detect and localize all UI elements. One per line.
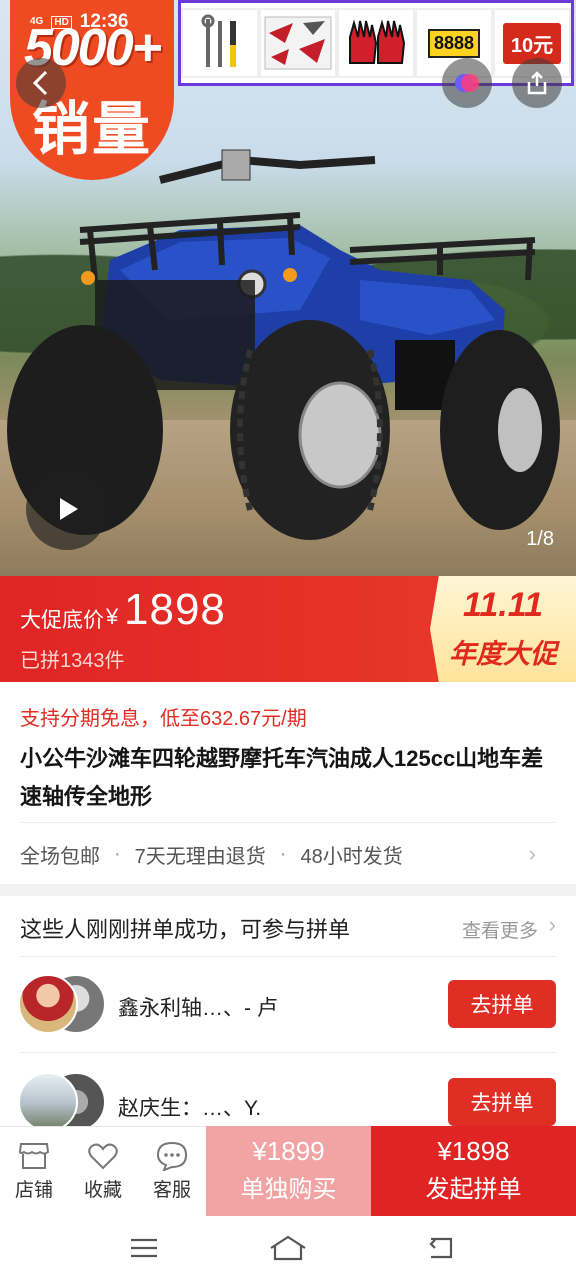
racing-gloves-icon xyxy=(337,8,415,78)
event-date: 11.11 xyxy=(462,586,544,624)
chevron-right-icon: › xyxy=(548,912,556,937)
event-name: 年度大促 xyxy=(449,639,557,669)
license-plate-text: 8888 xyxy=(427,28,481,58)
play-video-button[interactable] xyxy=(26,468,108,550)
sale-price: 1898 xyxy=(124,585,226,634)
back-arrow-icon xyxy=(429,1237,453,1259)
chat-bubble-icon xyxy=(156,1141,188,1171)
home-nav-button[interactable] xyxy=(268,1232,308,1264)
heart-icon xyxy=(88,1143,118,1170)
customer-service-label: 客服 xyxy=(152,1180,191,1201)
separator-dot: · xyxy=(279,842,287,865)
join-group-button[interactable]: 去拼单 xyxy=(448,980,556,1028)
hd-indicator: HD xyxy=(51,15,72,29)
group-member-names: 赵庆生：…、Y. xyxy=(118,1097,262,1120)
see-more-link[interactable]: 查看更多 xyxy=(462,916,538,943)
group-member-names: 鑫永利轴…、- 卢 xyxy=(118,997,278,1020)
promo-label: 大促底价 xyxy=(20,609,104,632)
store-label: 店铺 xyxy=(14,1180,53,1201)
lens-icon xyxy=(455,74,479,92)
avatar xyxy=(18,974,78,1034)
service-item: 48小时发货 xyxy=(300,845,403,868)
chevron-right-icon: › xyxy=(528,841,536,866)
home-icon xyxy=(270,1235,306,1261)
customer-service-tab[interactable]: 客服 xyxy=(138,1127,206,1217)
service-item: 7天无理由退货 xyxy=(134,845,266,868)
group-buy-header: 这些人刚刚拼单成功，可参与拼单 查看更多 › xyxy=(20,910,556,944)
network-indicator: 4G xyxy=(30,16,44,27)
solo-price: ¥1899 xyxy=(252,1136,325,1166)
menu-nav-button[interactable] xyxy=(124,1232,164,1264)
system-nav-bar xyxy=(0,1216,576,1280)
favorite-tab[interactable]: 收藏 xyxy=(69,1127,137,1217)
currency-symbol: ¥ xyxy=(106,604,119,629)
event-banner: 11.11 年度大促 xyxy=(430,576,576,682)
clock: 12:36 xyxy=(79,11,129,32)
play-icon xyxy=(60,498,78,520)
solo-label: 单独购买 xyxy=(240,1176,337,1203)
product-title: 小公牛沙滩车四轮越野摩托车汽油成人125cc山地车差速轴传全地形 xyxy=(20,746,544,809)
service-guarantees[interactable]: 全场包邮 · 7天无理由退货 · 48小时发货 › xyxy=(20,838,556,870)
sold-count: 已拼1343件 xyxy=(20,650,125,672)
status-bar: 4G HD 12:36 xyxy=(30,8,128,36)
join-group-button[interactable]: 去拼单 xyxy=(448,1078,556,1126)
buy-alone-button[interactable]: ¥1899 单独购买 xyxy=(206,1126,371,1216)
share-button[interactable] xyxy=(512,58,562,108)
back-nav-button[interactable] xyxy=(420,1232,460,1264)
group-label: 发起拼单 xyxy=(425,1176,522,1203)
share-icon xyxy=(527,71,547,95)
divider xyxy=(20,822,556,823)
favorite-label: 收藏 xyxy=(83,1180,122,1201)
divider xyxy=(20,956,556,957)
group-buy-title: 这些人刚刚拼单成功，可参与拼单 xyxy=(20,917,351,942)
wrench-set-icon xyxy=(181,8,259,78)
divider xyxy=(20,1052,556,1053)
group-buy-row: 鑫永利轴…、- 卢 去拼单 xyxy=(0,960,576,1048)
decal-sticker-icon xyxy=(259,8,337,78)
store-icon xyxy=(18,1143,50,1169)
group-price: ¥1898 xyxy=(437,1136,510,1166)
start-group-buy-button[interactable]: ¥1898 发起拼单 xyxy=(371,1126,576,1216)
image-counter: 1/8 xyxy=(526,528,554,550)
section-gap xyxy=(0,884,576,896)
installment-info[interactable]: 支持分期免息，低至632.67元/期 xyxy=(20,702,307,731)
service-item: 全场包邮 xyxy=(20,845,100,868)
avatar xyxy=(18,1072,78,1132)
separator-dot: · xyxy=(114,842,121,865)
menu-icon xyxy=(131,1238,157,1258)
image-search-button[interactable] xyxy=(442,58,492,108)
store-tab[interactable]: 店铺 xyxy=(0,1127,68,1217)
chevron-left-icon xyxy=(32,70,48,96)
back-button[interactable] xyxy=(16,58,66,108)
